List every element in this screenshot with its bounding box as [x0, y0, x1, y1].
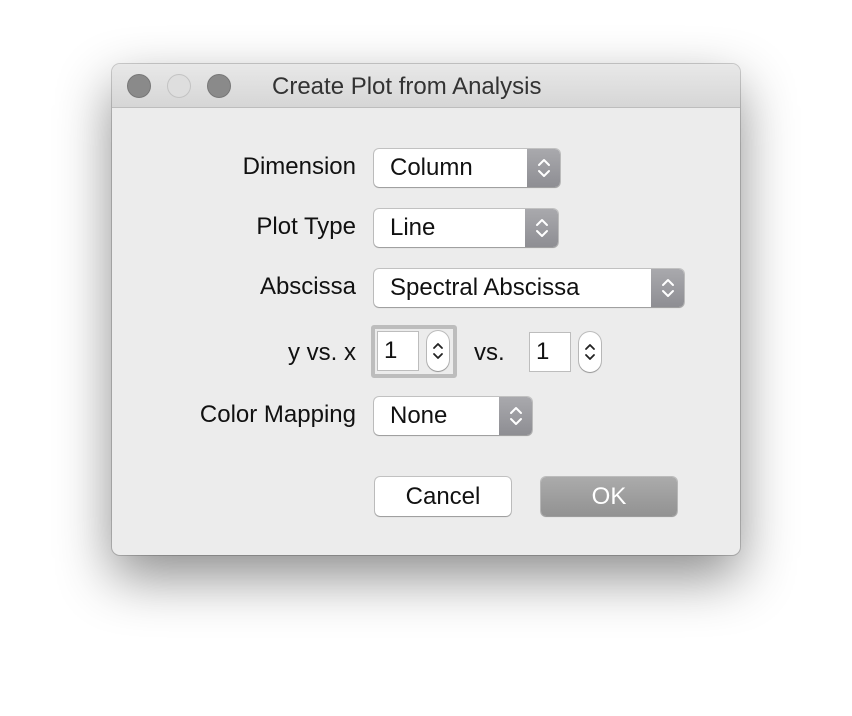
title-bar: Create Plot from Analysis [112, 64, 740, 108]
cancel-button[interactable]: Cancel [375, 477, 511, 516]
y-index-value: 1 [384, 337, 398, 364]
dialog-window: Create Plot from Analysis Dimension Colu… [112, 64, 740, 555]
x-index-field[interactable]: 1 [529, 332, 571, 372]
dimension-popup[interactable]: Column [374, 149, 560, 187]
stepper-chevron-icon [585, 344, 595, 360]
x-index-stepper[interactable] [579, 332, 601, 372]
plot-type-label: Plot Type [256, 213, 356, 240]
color-mapping-label: Color Mapping [199, 401, 356, 428]
x-index-value: 1 [536, 338, 550, 365]
y-vs-x-label: y vs. x [287, 339, 356, 366]
up-down-chevron-icon [499, 397, 532, 435]
dimension-value: Column [390, 154, 473, 181]
abscissa-value: Spectral Abscissa [390, 274, 580, 301]
up-down-chevron-icon [527, 149, 560, 187]
color-mapping-popup[interactable]: None [374, 397, 532, 435]
y-index-field[interactable]: 1 [377, 331, 419, 371]
abscissa-popup[interactable]: Spectral Abscissa [374, 269, 684, 307]
y-index-stepper[interactable] [427, 331, 449, 371]
dimension-label: Dimension [242, 153, 356, 180]
vs-label: vs. [474, 339, 505, 366]
stepper-chevron-icon [433, 343, 443, 359]
close-window-button[interactable] [127, 74, 151, 98]
ok-button[interactable]: OK [541, 477, 677, 516]
minimize-window-button[interactable] [167, 74, 191, 98]
plot-type-value: Line [390, 214, 436, 241]
window-title: Create Plot from Analysis [272, 73, 542, 100]
plot-type-popup[interactable]: Line [374, 209, 558, 247]
abscissa-label: Abscissa [259, 273, 356, 300]
up-down-chevron-icon [525, 209, 558, 247]
color-mapping-value: None [390, 402, 448, 429]
zoom-window-button[interactable] [207, 74, 231, 98]
up-down-chevron-icon [651, 269, 684, 307]
